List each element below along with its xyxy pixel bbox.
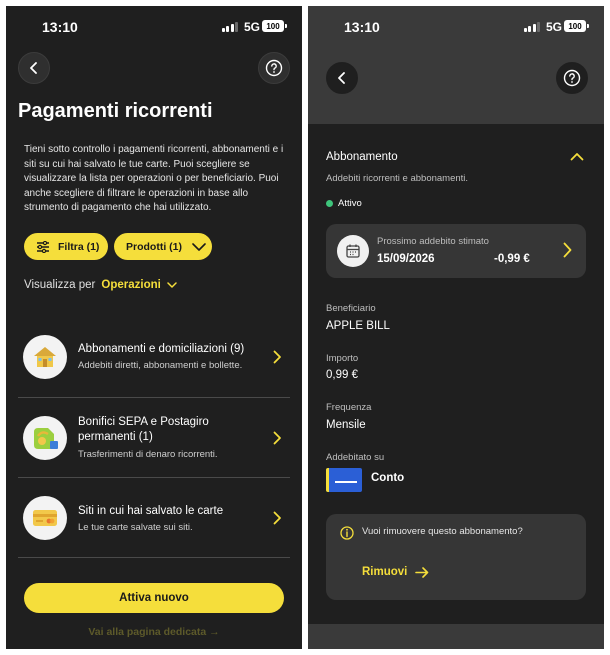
bank-card-icon	[326, 468, 362, 492]
filter-label: Filtra (1)	[58, 240, 100, 253]
chevron-right-icon	[273, 431, 281, 445]
help-icon	[265, 59, 283, 77]
beneficiary-value: APPLE BILL	[326, 320, 390, 332]
sliders-icon	[37, 240, 49, 253]
next-charge-date: 15/09/2026	[377, 253, 435, 265]
beneficiary-label: Beneficiario	[326, 303, 376, 314]
view-by-value: Operazioni	[101, 279, 161, 291]
charged-on-value: Conto	[371, 472, 405, 484]
list-item-sepa-transfers[interactable]: Bonifici SEPA e Postagiro permanenti (1)…	[18, 398, 290, 478]
help-button[interactable]	[556, 62, 588, 94]
network-label: 5G	[243, 20, 260, 34]
calendar-icon	[337, 235, 369, 267]
active-dot-icon	[326, 200, 333, 207]
back-button[interactable]	[18, 52, 50, 84]
list-item-subscriptions[interactable]: Abbonamenti e domiciliazioni (9) Addebit…	[18, 318, 290, 398]
list-item-subtitle: Le tue carte salvate sui siti.	[78, 522, 193, 533]
frequency-value: Mensile	[326, 419, 366, 431]
view-by-label: Visualizza per	[24, 279, 96, 291]
subscription-detail-screen: 13:10 5G 100 Abbonamento Addebiti ricorr…	[308, 6, 604, 649]
arrow-right-icon	[415, 566, 429, 578]
frequency-label: Frequenza	[326, 402, 372, 413]
chevron-right-icon	[563, 242, 572, 258]
status-time: 13:10	[42, 19, 78, 35]
chevron-right-icon	[273, 511, 281, 525]
filter-button[interactable]: Filtra (1)	[24, 233, 108, 260]
list-item-title: Abbonamenti e domiciliazioni (9)	[78, 343, 245, 355]
products-label: Prodotti (1)	[126, 240, 182, 253]
network-label: 5G	[545, 20, 562, 34]
next-charge-label: Prossimo addebito stimato	[377, 236, 489, 247]
products-dropdown[interactable]: Prodotti (1)	[114, 233, 212, 260]
list-item-title: Bonifici SEPA e Postagiro permanenti (1)	[78, 416, 209, 443]
next-charge-card[interactable]: Prossimo addebito stimato 15/09/2026 -0,…	[326, 224, 586, 278]
amount-label: Importo	[326, 353, 359, 364]
signal-icon	[523, 22, 540, 32]
chevron-left-icon	[30, 62, 37, 74]
amount-value: 0,99 €	[326, 369, 358, 381]
arrow-right-icon: →	[209, 626, 220, 638]
transfer-icon	[23, 416, 67, 460]
remove-label: Rimuovi	[362, 566, 408, 578]
chevron-left-icon	[338, 72, 345, 84]
status-time: 13:10	[344, 19, 380, 35]
battery-icon: 100	[262, 20, 287, 32]
help-button[interactable]	[258, 52, 290, 84]
remove-button[interactable]: Rimuovi	[362, 566, 429, 578]
battery-icon: 100	[564, 20, 589, 32]
view-by-selector[interactable]: Visualizza per Operazioni	[24, 279, 177, 291]
chevron-down-icon	[192, 242, 206, 251]
footer-band	[308, 624, 604, 649]
status-bar: 13:10 5G 100	[308, 6, 604, 46]
dedicated-page-label: Vai alla pagina dedicata	[88, 626, 207, 638]
list-item-subtitle: Trasferimenti di denaro ricorrenti.	[78, 449, 218, 460]
credit-card-icon	[23, 496, 67, 540]
recurring-payments-screen: 13:10 5G 100 Pagamenti ricorrenti Tieni …	[6, 6, 302, 649]
status-bar: 13:10 5G 100	[6, 6, 302, 46]
charged-on-label: Addebitato su	[326, 452, 385, 463]
remove-question: Vuoi rimuovere questo abbonamento?	[362, 526, 523, 537]
section-subtitle: Addebiti ricorrenti e abbonamenti.	[326, 173, 469, 184]
signal-icon	[221, 22, 238, 32]
next-charge-amount: -0,99 €	[494, 253, 530, 265]
section-title: Abbonamento	[326, 151, 398, 163]
remove-subscription-box: Vuoi rimuovere questo abbonamento? Rimuo…	[326, 514, 586, 600]
info-icon	[340, 526, 354, 540]
dedicated-page-link[interactable]: Vai alla pagina dedicata →	[6, 626, 302, 638]
house-icon	[23, 335, 67, 379]
chevron-up-icon[interactable]	[570, 152, 584, 161]
list-item-title: Siti in cui hai salvato le carte	[78, 505, 224, 517]
intro-text: Tieni sotto controllo i pagamenti ricorr…	[24, 144, 284, 213]
list-item-subtitle: Addebiti diretti, abbonamenti e bollette…	[78, 360, 243, 371]
chevron-down-icon	[167, 281, 177, 288]
help-icon	[563, 69, 581, 87]
back-button[interactable]	[326, 62, 358, 94]
status-label: Attivo	[338, 198, 362, 209]
list-item-saved-cards[interactable]: Siti in cui hai salvato le carte Le tue …	[18, 478, 290, 558]
activate-new-button[interactable]: Attiva nuovo	[24, 583, 284, 613]
status-badge: Attivo	[326, 198, 362, 209]
chevron-right-icon	[273, 350, 281, 364]
page-title: Pagamenti ricorrenti	[18, 100, 213, 122]
